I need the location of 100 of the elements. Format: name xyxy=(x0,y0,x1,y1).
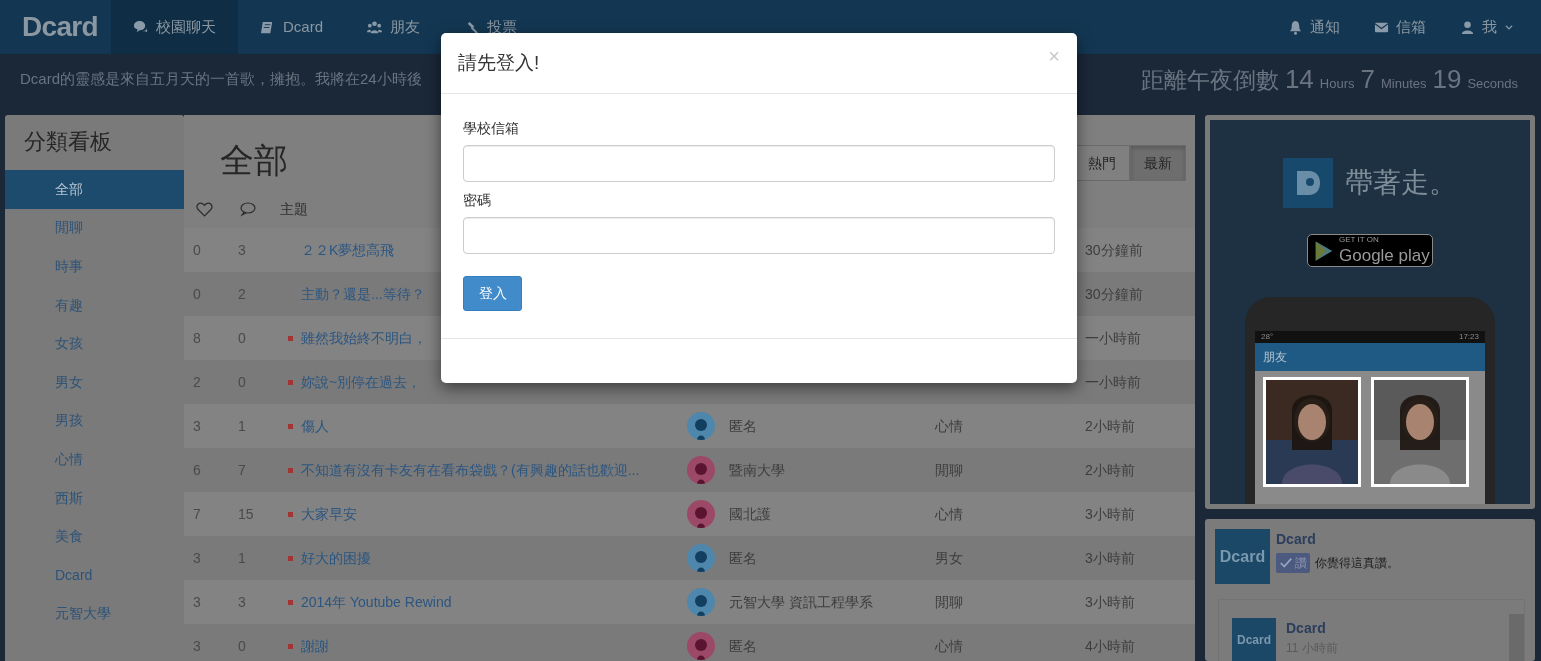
nav-tab[interactable]: Dcard xyxy=(238,0,345,54)
post-time: 3小時前 xyxy=(1085,592,1135,612)
sidebar-title: 分類看板 xyxy=(23,128,113,156)
post-title[interactable]: 主動？還是...等待？ xyxy=(301,283,425,305)
sidebar-item[interactable]: 西斯 xyxy=(5,478,184,518)
countdown-unit: Minutes xyxy=(1380,75,1427,93)
chat-icon xyxy=(133,19,148,35)
like-count: 3 xyxy=(192,416,202,436)
post-title[interactable]: 不知道有沒有卡友有在看布袋戲？(有興趣的話也歡迎... xyxy=(301,459,640,481)
close-button[interactable]: × xyxy=(1048,46,1060,66)
post-time: 4小時前 xyxy=(1085,636,1135,656)
sidebar-item[interactable]: 女孩 xyxy=(5,324,184,363)
page-name-link[interactable]: Dcard xyxy=(1276,529,1399,550)
comment-count: 3 xyxy=(237,240,247,260)
sidebar-item[interactable]: 男女 xyxy=(5,362,184,402)
google-play-badge[interactable]: GET IT ON Google play xyxy=(1307,234,1433,267)
app-bar-title: 朋友 xyxy=(1263,349,1287,366)
post-time: 3小時前 xyxy=(1085,504,1135,524)
badge-title: Google play xyxy=(1339,246,1430,266)
like-count: 3 xyxy=(192,592,202,612)
user-icon xyxy=(1460,19,1475,35)
nav-link[interactable]: 我 xyxy=(1443,0,1531,54)
post-title[interactable]: 雖然我始終不明白， xyxy=(301,327,427,349)
sidebar-item[interactable]: 男孩 xyxy=(5,401,184,441)
post-time: 一小時前 xyxy=(1085,328,1141,348)
sidebar-item[interactable]: 時事 xyxy=(5,247,184,286)
sidebar-item[interactable]: 有趣 xyxy=(5,285,184,325)
countdown-value: 7 xyxy=(1360,63,1375,96)
post-title[interactable]: 傷人 xyxy=(301,415,329,437)
sidebar-item[interactable]: 元智大學 xyxy=(5,594,184,634)
comment-count: 0 xyxy=(237,328,247,348)
post-title[interactable]: 妳說~別停在過去， xyxy=(301,371,422,393)
sidebar-item[interactable]: 全部 xyxy=(5,170,184,209)
post-title[interactable]: 謝謝 xyxy=(301,635,329,657)
post-title[interactable]: 大家早安 xyxy=(301,503,357,525)
post-time: 2小時前 xyxy=(1085,416,1135,436)
nav-tab[interactable]: 校園聊天 xyxy=(111,0,238,54)
post-title[interactable]: 2014年 Youtube Rewind xyxy=(301,591,452,613)
post-time: 30分鐘前 xyxy=(1085,240,1143,260)
dcard-logo[interactable]: Dcard xyxy=(0,0,111,54)
post-time: 一小時前 xyxy=(1085,372,1141,392)
post-time: 30分鐘前 xyxy=(1085,284,1143,304)
like-count: 7 xyxy=(192,504,202,524)
column-header: 主題 xyxy=(280,199,308,219)
status-temperature: 28° xyxy=(1261,331,1274,343)
sort-tab[interactable]: 最新 xyxy=(1130,145,1186,181)
post-row[interactable]: 3 3 2014年 Youtube Rewind 元智大學 資訊工程學系 閒聊 3小時前 xyxy=(184,580,1195,624)
board-title: 全部 xyxy=(219,140,288,181)
post-logo: Dcard xyxy=(1232,618,1276,661)
input-field[interactable] xyxy=(463,145,1055,182)
countdown-unit: Hours xyxy=(1319,75,1355,93)
field-label: 學校信箱 xyxy=(463,119,520,138)
bell-icon xyxy=(1288,19,1303,35)
login-button[interactable]: 登入 xyxy=(463,276,522,311)
sidebar-item[interactable]: 閒聊 xyxy=(5,208,184,248)
comment-count: 1 xyxy=(237,416,247,436)
author-name: 暨南大學 xyxy=(729,461,785,478)
author-name: 國北護 xyxy=(729,505,771,522)
status-clock: 17:23 xyxy=(1458,331,1479,343)
sidebar-item[interactable]: 心情 xyxy=(5,440,184,479)
countdown-label: 距離午夜倒數 xyxy=(1140,66,1279,95)
board-name: 閒聊 xyxy=(935,461,963,478)
comment-icon xyxy=(240,201,256,217)
author-name: 元智大學 資訊工程學系 xyxy=(729,593,873,610)
author-name: 匿名 xyxy=(729,417,757,434)
like-text: 你覺得這真讚。 xyxy=(1315,555,1399,572)
sort-tab[interactable]: 熱門 xyxy=(1074,145,1130,181)
board-name: 心情 xyxy=(935,505,963,522)
heart-icon xyxy=(196,200,213,218)
board-name: 心情 xyxy=(935,417,963,434)
comment-count: 3 xyxy=(237,592,247,612)
announcement-text: Dcard的靈感是來自五月天的一首歌，擁抱。我將在24小時後 xyxy=(20,69,422,90)
nav-link[interactable]: 信箱 xyxy=(1357,0,1443,54)
post-title[interactable]: ２２K夢想高飛 xyxy=(301,239,395,261)
comment-count: 15 xyxy=(237,504,255,524)
sidebar-item[interactable]: 美食 xyxy=(5,517,184,556)
like-count: 0 xyxy=(192,240,202,260)
post-row[interactable]: 3 1 傷人 匿名 心情 2小時前 xyxy=(184,404,1195,448)
post-author: Dcard xyxy=(1286,619,1327,638)
countdown-value: 19 xyxy=(1432,63,1462,96)
post-title[interactable]: 好大的困擾 xyxy=(301,547,371,569)
input-field[interactable] xyxy=(463,217,1055,254)
users-icon xyxy=(367,19,382,35)
check-icon xyxy=(1279,556,1293,570)
app-logo-icon xyxy=(1283,158,1333,208)
field-label: 密碼 xyxy=(463,191,492,210)
slogan-text: 帶著走。 xyxy=(1345,166,1457,200)
nav-tab[interactable]: 朋友 xyxy=(345,0,442,54)
author-name: 匿名 xyxy=(729,637,757,654)
countdown-value: 14 xyxy=(1284,63,1314,96)
like-count: 8 xyxy=(192,328,202,348)
board-name: 心情 xyxy=(935,637,963,654)
board-name: 閒聊 xyxy=(935,593,963,610)
post-row[interactable]: 7 15 大家早安 國北護 心情 3小時前 xyxy=(184,492,1195,536)
nav-link[interactable]: 通知 xyxy=(1271,0,1357,54)
author-name: 匿名 xyxy=(729,549,757,566)
board-name: 男女 xyxy=(935,549,963,566)
page-logo[interactable]: Dcard xyxy=(1215,529,1270,584)
sidebar-item[interactable]: Dcard xyxy=(5,555,184,595)
post-time: 3小時前 xyxy=(1085,548,1135,568)
